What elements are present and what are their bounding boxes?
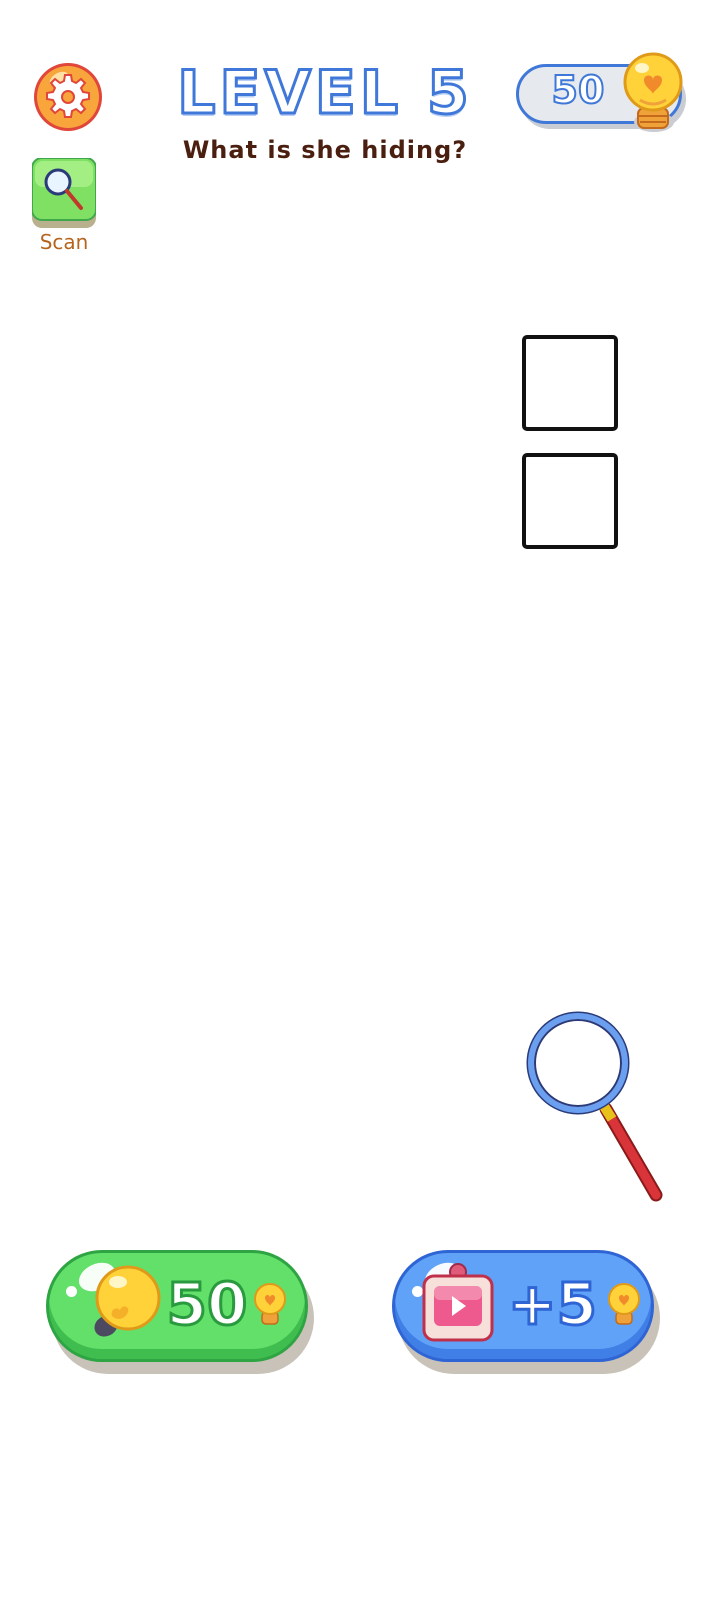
bulb-counter[interactable]: 50 bbox=[516, 50, 700, 136]
answer-slot-1[interactable] bbox=[522, 335, 618, 431]
gloss bbox=[66, 1286, 77, 1297]
video-ad-icon bbox=[422, 1263, 494, 1342]
magnifier-icon bbox=[31, 157, 97, 228]
lightbulb-icon bbox=[623, 52, 683, 132]
watch-ad-button[interactable]: +5 bbox=[392, 1250, 660, 1374]
scan-label: Scan bbox=[39, 230, 89, 254]
answer-slot-2[interactable] bbox=[522, 453, 618, 549]
lightbulb-icon bbox=[608, 1283, 640, 1325]
settings-button[interactable] bbox=[32, 61, 104, 133]
magnifier-tool[interactable] bbox=[520, 1005, 670, 1210]
use-hint-button[interactable]: 50 bbox=[46, 1250, 314, 1374]
hint-cost: 50 bbox=[165, 1269, 249, 1340]
magnifier-icon bbox=[526, 1011, 663, 1202]
level-question: What is she hiding? bbox=[182, 136, 468, 164]
bulb-count: 50 bbox=[551, 67, 606, 113]
level-title: LEVEL 5 bbox=[176, 57, 473, 130]
ad-reward: +5 bbox=[507, 1269, 599, 1340]
lightbulb-icon bbox=[94, 1265, 161, 1337]
gear-icon bbox=[34, 63, 102, 131]
lightbulb-icon bbox=[254, 1283, 286, 1325]
scan-button[interactable] bbox=[31, 157, 97, 228]
